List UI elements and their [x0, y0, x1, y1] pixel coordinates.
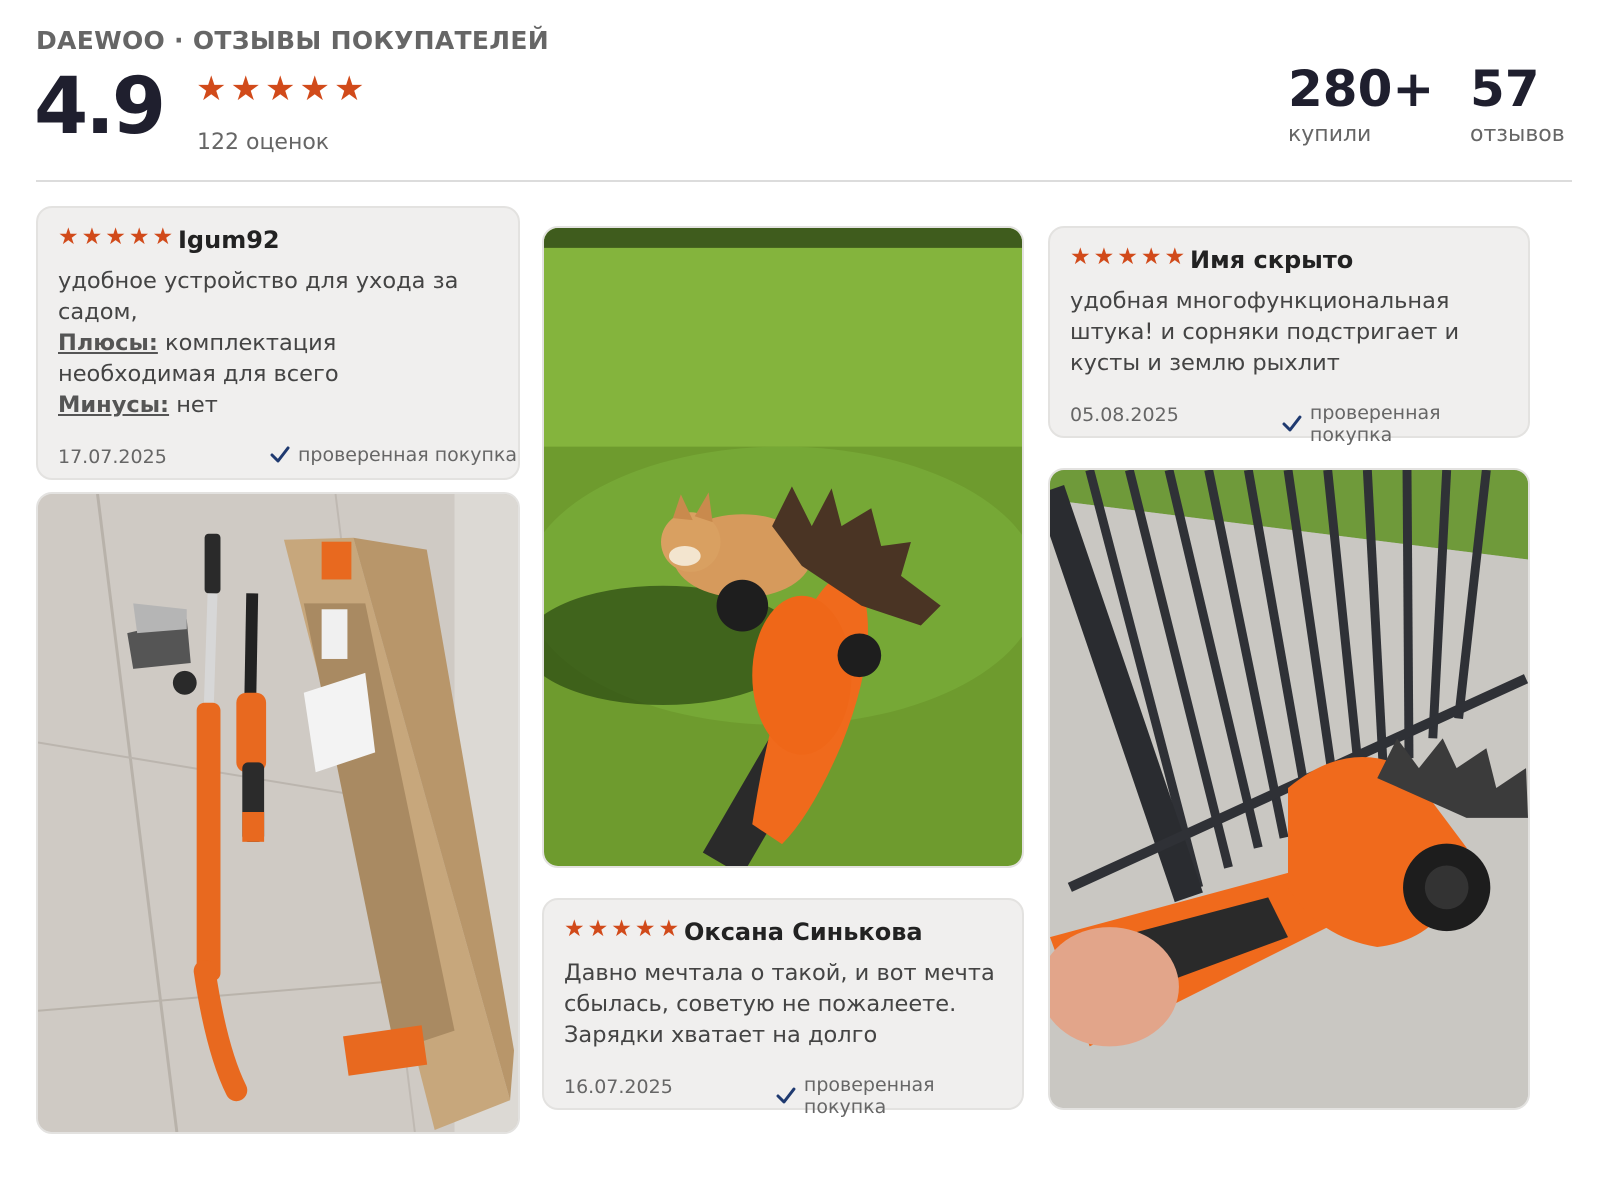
review-date: 17.07.2025 [58, 446, 167, 468]
review-card[interactable]: ★ ★ ★ ★ ★ Имя скрыто удобная многофункци… [1048, 226, 1530, 446]
pros-label: Плюсы: [58, 330, 158, 356]
check-icon [1282, 415, 1302, 432]
brand-title: DAEWOO · ОТЗЫВЫ ПОКУПАТЕЛЕЙ [36, 26, 549, 55]
photo-dog-lawn [544, 228, 1022, 866]
star-icon: ★ [1070, 244, 1091, 270]
star-icon: ★ [611, 916, 632, 942]
review-text: Давно мечтала о такой, и вот мечта сбыла… [564, 960, 995, 1048]
review-photo[interactable] [36, 492, 520, 1134]
verified-label: проверенная покупка [298, 444, 518, 466]
review-card[interactable]: ★ ★ ★ ★ ★ Оксана Синькова Давно мечтала … [542, 898, 1024, 1118]
header-divider [36, 180, 1572, 182]
average-rating: 4.9 [34, 62, 166, 152]
verified-purchase: проверенная покупка [776, 1074, 1022, 1118]
reviews-count: 57 [1470, 60, 1540, 118]
star-icon: ★ [1093, 244, 1115, 270]
ratings-count: 122 оценок [197, 130, 330, 155]
star-icon: ★ [658, 916, 680, 942]
photo-trimmer-fence [1050, 470, 1528, 1108]
review-text: удобное устройство для ухода за садом, П… [58, 266, 498, 421]
review-card[interactable]: ★ ★ ★ ★ ★ Igum92 удобное устройство для … [36, 206, 520, 480]
star-icon: ★ [1164, 244, 1186, 270]
photo-trimmer-unboxed [38, 494, 518, 1132]
review-stars: ★ ★ ★ ★ ★ [58, 226, 173, 249]
star-icon: ★ [196, 69, 227, 109]
verified-purchase: проверенная покупка [1282, 402, 1528, 446]
cons-label: Минусы: [58, 392, 170, 418]
star-icon: ★ [587, 916, 609, 942]
star-icon: ★ [152, 224, 174, 250]
star-icon: ★ [564, 916, 585, 942]
review-text: удобная многофункциональная штука! и сор… [1070, 288, 1460, 376]
review-photo[interactable] [542, 226, 1024, 868]
review-photo[interactable] [1048, 468, 1530, 1110]
star-icon: ★ [230, 69, 261, 109]
star-icon: ★ [81, 224, 103, 250]
star-icon: ★ [58, 224, 79, 250]
stat-reviews: 57 отзывов [1470, 60, 1565, 147]
star-icon: ★ [1117, 244, 1138, 270]
bought-label: купили [1288, 122, 1372, 147]
reviews-label: отзывов [1470, 122, 1565, 147]
review-author: Igum92 [178, 226, 280, 254]
star-icon: ★ [105, 224, 126, 250]
review-author: Имя скрыто [1190, 246, 1354, 274]
review-stars: ★ ★ ★ ★ ★ [564, 918, 679, 941]
verified-label: проверенная покупка [803, 1074, 935, 1118]
star-icon: ★ [634, 916, 656, 942]
star-icon: ★ [1140, 244, 1162, 270]
verified-label: проверенная покупка [1309, 402, 1441, 446]
cons-text: нет [176, 392, 218, 418]
review-date: 16.07.2025 [564, 1076, 673, 1098]
star-icon: ★ [299, 69, 330, 109]
check-icon [776, 1087, 796, 1104]
review-stars: ★ ★ ★ ★ ★ [1070, 246, 1185, 269]
check-icon [270, 446, 290, 463]
star-icon: ★ [128, 224, 150, 250]
star-icon: ★ [264, 69, 296, 109]
verified-purchase: проверенная покупка [270, 444, 517, 466]
stat-bought: 280+ купили [1288, 60, 1434, 147]
bought-count: 280+ [1288, 60, 1435, 118]
review-body: удобное устройство для ухода за садом, [58, 268, 459, 325]
review-author: Оксана Синькова [684, 918, 923, 946]
star-icon: ★ [333, 69, 365, 109]
review-date: 05.08.2025 [1070, 404, 1179, 426]
rating-stars: ★ ★ ★ ★ ★ [196, 72, 364, 106]
